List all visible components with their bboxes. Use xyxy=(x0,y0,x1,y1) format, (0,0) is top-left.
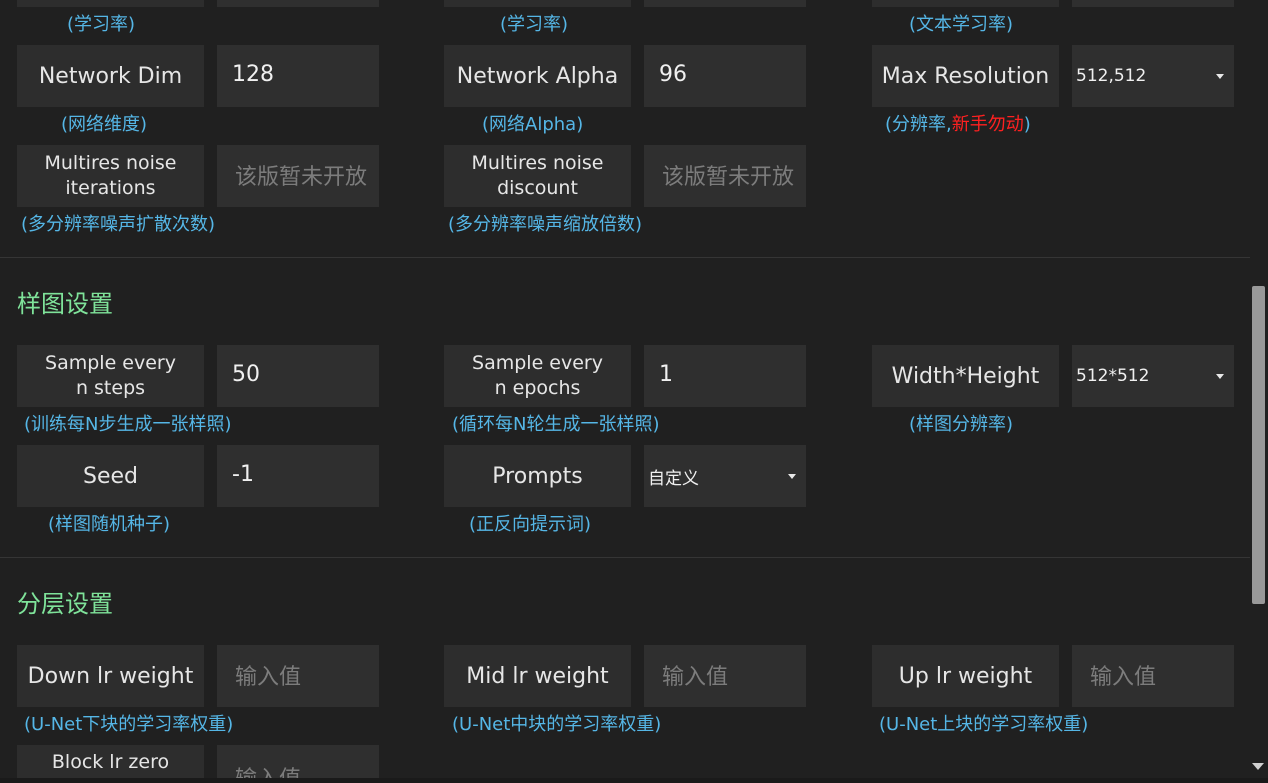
down-lr-weight-hint: (U-Net下块的学习率权重) xyxy=(24,714,234,735)
prompts-select[interactable]: 自定义 xyxy=(644,445,806,507)
multires-noise-iterations-hint: (多分辨率噪声扩散次数) xyxy=(21,214,216,235)
lr-label-1 xyxy=(17,0,204,7)
lr-input-2[interactable] xyxy=(644,0,806,7)
up-lr-weight-input[interactable]: 输入值 xyxy=(1072,645,1234,707)
multires-noise-discount-label: Multires noise discount xyxy=(444,145,631,207)
down-lr-weight-label: Down lr weight xyxy=(17,645,204,707)
width-height-value: 512*512 xyxy=(1076,366,1150,386)
seed-input[interactable]: -1 xyxy=(217,445,379,507)
chevron-down-icon xyxy=(788,474,796,479)
scrollbar-thumb[interactable] xyxy=(1252,286,1265,604)
sample-every-steps-label: Sample every n steps xyxy=(17,345,204,407)
scroll-down-arrow-icon[interactable] xyxy=(1252,763,1264,770)
mid-lr-weight-label: Mid lr weight xyxy=(444,645,631,707)
prompts-hint: (正反向提示词) xyxy=(469,514,592,535)
width-height-select[interactable]: 512*512 xyxy=(1072,345,1234,407)
prompts-label: Prompts xyxy=(444,445,631,507)
width-height-label: Width*Height xyxy=(872,345,1059,407)
max-resolution-value: 512,512 xyxy=(1076,66,1147,86)
multires-noise-discount-input[interactable]: 该版暂未开放 xyxy=(644,145,806,207)
sample-every-steps-input[interactable]: 50 xyxy=(217,345,379,407)
sample-settings-title: 样图设置 xyxy=(17,290,113,318)
lr-hint-2: (学习率) xyxy=(500,14,569,35)
multires-noise-iterations-input[interactable]: 该版暂未开放 xyxy=(217,145,379,207)
network-dim-input[interactable]: 128 xyxy=(217,45,379,107)
text-lr-hint: (文本学习率) xyxy=(909,14,1014,35)
max-resolution-hint-prefix: (分辨率, xyxy=(885,114,952,135)
sample-every-steps-hint: (训练每N步生成一张样照) xyxy=(24,414,232,435)
max-resolution-label: Max Resolution xyxy=(872,45,1059,107)
sample-every-epochs-input[interactable]: 1 xyxy=(644,345,806,407)
seed-label: Seed xyxy=(17,445,204,507)
sample-every-epochs-label: Sample every n epochs xyxy=(444,345,631,407)
width-height-hint: (样图分辨率) xyxy=(909,414,1014,435)
max-resolution-hint: (分辨率,新手勿动) xyxy=(885,110,1031,136)
bottom-edge xyxy=(0,778,1268,783)
text-lr-label xyxy=(872,0,1059,7)
multires-noise-iterations-label: Multires noise iterations xyxy=(17,145,204,207)
lr-hint-1: (学习率) xyxy=(67,14,136,35)
network-alpha-input[interactable]: 96 xyxy=(644,45,806,107)
prompts-value: 自定义 xyxy=(648,468,699,489)
max-resolution-select[interactable]: 512,512 xyxy=(1072,45,1234,107)
down-lr-weight-input[interactable]: 输入值 xyxy=(217,645,379,707)
network-dim-label: Network Dim xyxy=(17,45,204,107)
lr-input-1[interactable] xyxy=(217,0,379,7)
sample-every-epochs-hint: (循环每N轮生成一张样照) xyxy=(452,414,660,435)
network-alpha-label: Network Alpha xyxy=(444,45,631,107)
layer-settings-title: 分层设置 xyxy=(17,590,113,618)
multires-noise-discount-hint: (多分辨率噪声缩放倍数) xyxy=(448,214,643,235)
chevron-down-icon xyxy=(1216,74,1224,79)
network-alpha-hint: (网络Alpha) xyxy=(482,114,584,135)
section-divider xyxy=(0,257,1250,258)
mid-lr-weight-hint: (U-Net中块的学习率权重) xyxy=(452,714,662,735)
lr-label-2 xyxy=(444,0,631,7)
chevron-down-icon xyxy=(1216,374,1224,379)
seed-hint: (样图随机种子) xyxy=(48,514,171,535)
settings-panel: (学习率) (学习率) (文本学习率) Network Dim 128 (网络维… xyxy=(0,0,1268,783)
up-lr-weight-label: Up lr weight xyxy=(872,645,1059,707)
max-resolution-warning: 新手勿动 xyxy=(951,114,1024,135)
up-lr-weight-hint: (U-Net上块的学习率权重) xyxy=(879,714,1089,735)
mid-lr-weight-input[interactable]: 输入值 xyxy=(644,645,806,707)
section-divider xyxy=(0,557,1250,558)
network-dim-hint: (网络维度) xyxy=(61,114,148,135)
max-resolution-hint-suffix: ) xyxy=(1023,114,1031,135)
text-lr-input[interactable] xyxy=(1072,0,1234,7)
